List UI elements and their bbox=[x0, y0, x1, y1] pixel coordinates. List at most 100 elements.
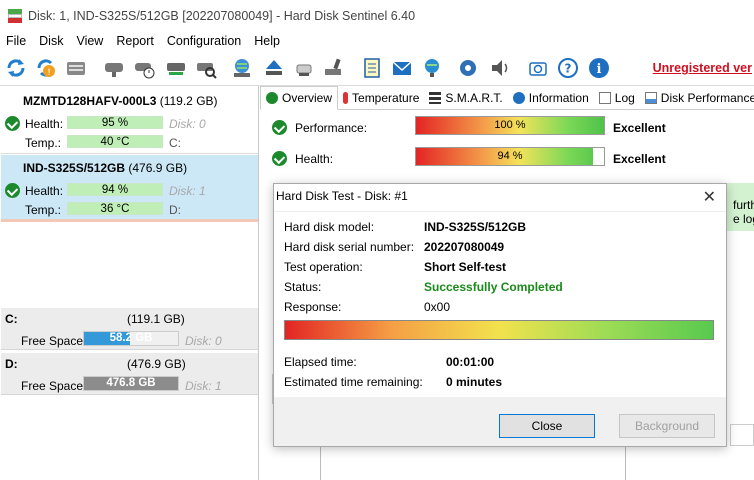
health-label: Health: bbox=[25, 184, 64, 198]
tab-temperature[interactable]: Temperature bbox=[338, 86, 424, 110]
disk-ref: Disk: 1 bbox=[185, 379, 222, 393]
health-bar: 94 % bbox=[67, 183, 163, 196]
disk-card-1[interactable]: IND-S325S/512GB (476.9 GB) Health: 94 % … bbox=[1, 155, 258, 222]
response-label: Response: bbox=[284, 300, 342, 314]
sound-icon[interactable] bbox=[488, 56, 512, 80]
partition-card-c[interactable]: C: (119.1 GB) Free Space 58.2 GB Disk: 0 bbox=[1, 308, 258, 350]
tab-label: S.M.A.R.T. bbox=[445, 90, 503, 105]
free-space-label: Free Space bbox=[21, 334, 84, 348]
close-button[interactable]: Close bbox=[499, 414, 595, 438]
disk-ref: Disk: 0 bbox=[185, 334, 222, 348]
performance-label: Performance: bbox=[295, 121, 368, 135]
status-panel-partial: furthe e logg bbox=[727, 183, 754, 231]
tab-log[interactable]: Log bbox=[594, 86, 640, 110]
tab-disk-performance[interactable]: Disk Performance bbox=[640, 86, 754, 110]
partition-letter: D: bbox=[5, 357, 18, 371]
dialog-footer: Close Background bbox=[274, 397, 726, 446]
model-value: IND-S325S/512GB bbox=[424, 220, 527, 234]
disk-size: (119.2 GB) bbox=[159, 94, 218, 108]
menu-disk[interactable]: Disk bbox=[39, 34, 63, 48]
status-value: Successfully Completed bbox=[424, 280, 563, 294]
health-label: Health: bbox=[295, 152, 334, 166]
health-bar: 95 % bbox=[67, 116, 163, 129]
svg-text:!: ! bbox=[47, 68, 51, 78]
menu-bar: File Disk View Report Configuration Help bbox=[0, 32, 754, 50]
help-icon[interactable]: ? bbox=[556, 56, 580, 80]
refresh-warning-icon[interactable]: ! bbox=[34, 56, 58, 80]
smart-bars-icon bbox=[429, 91, 442, 104]
eject-icon[interactable] bbox=[262, 56, 286, 80]
tab-smart[interactable]: S.M.A.R.T. bbox=[424, 86, 507, 110]
remaining-value: 0 minutes bbox=[446, 375, 503, 389]
disk-search-icon[interactable] bbox=[194, 56, 218, 80]
drive-icon[interactable] bbox=[64, 56, 88, 80]
health-ok-icon bbox=[272, 151, 287, 166]
drive-letter: C: bbox=[169, 136, 181, 150]
svg-text:?: ? bbox=[565, 62, 572, 76]
disk-title: IND-S325S/512GB (476.9 GB) bbox=[23, 161, 187, 175]
tab-overview[interactable]: Overview bbox=[260, 85, 339, 110]
menu-file[interactable]: File bbox=[6, 34, 26, 48]
menu-configuration[interactable]: Configuration bbox=[167, 34, 241, 48]
performance-value: 100 % bbox=[494, 119, 526, 131]
response-value: 0x00 bbox=[424, 300, 451, 314]
camera-icon[interactable] bbox=[526, 56, 550, 80]
health-rating: Excellent bbox=[613, 152, 666, 166]
title-bar: Disk: 1, IND-S325S/512GB [202207080049] … bbox=[0, 0, 754, 32]
disk-ref: Disk: 0 bbox=[169, 117, 206, 131]
free-space-label: Free Space bbox=[21, 379, 84, 393]
tab-label: Overview bbox=[282, 90, 333, 105]
operation-label: Test operation: bbox=[284, 260, 363, 274]
toolbar: ! ? i Unregistered ver bbox=[0, 50, 754, 86]
globe-drive-icon[interactable] bbox=[230, 56, 254, 80]
unregistered-link[interactable]: Unregistered ver bbox=[653, 61, 752, 75]
model-label: Hard disk model: bbox=[284, 220, 375, 234]
free-space-track: 58.2 GB bbox=[83, 331, 179, 346]
refresh-icon[interactable] bbox=[4, 56, 28, 80]
disk-card-0[interactable]: MZMTD128HAFV-000L3 (119.2 GB) Health: 95… bbox=[1, 86, 258, 154]
temp-label: Temp.: bbox=[25, 203, 62, 217]
temp-label: Temp.: bbox=[25, 136, 62, 150]
mail-icon[interactable] bbox=[390, 56, 414, 80]
status-text-partial: furthe bbox=[733, 198, 754, 212]
info-icon bbox=[512, 91, 525, 104]
network-icon[interactable] bbox=[420, 56, 444, 80]
window-title: Disk: 1, IND-S325S/512GB [202207080049] … bbox=[28, 9, 416, 23]
background-button[interactable]: Background bbox=[619, 414, 715, 438]
settings-gear-icon[interactable] bbox=[456, 56, 480, 80]
disk-name: MZMTD128HAFV-000L3 bbox=[23, 94, 157, 108]
health-bar-empty bbox=[592, 148, 604, 165]
dialog-body: Hard disk model: IND-S325S/512GB Hard di… bbox=[274, 211, 726, 397]
report-icon[interactable] bbox=[360, 56, 384, 80]
drive-letter: D: bbox=[169, 203, 181, 217]
health-bar: 94 % bbox=[415, 147, 605, 166]
health-ok-icon bbox=[5, 183, 20, 198]
usb-drive-icon[interactable] bbox=[292, 56, 316, 80]
tab-label: Log bbox=[614, 90, 635, 105]
temp-bar: 36 °C bbox=[67, 202, 163, 215]
operation-value: Short Self-test bbox=[424, 260, 507, 274]
performance-ok-icon bbox=[272, 120, 287, 135]
partition-letter: C: bbox=[5, 312, 18, 326]
tab-label: Temperature bbox=[352, 90, 420, 105]
hard-disk-test-dialog: Hard Disk Test - Disk: #1 ✕ Hard disk mo… bbox=[273, 183, 727, 447]
menu-help[interactable]: Help bbox=[254, 34, 280, 48]
disk-test-run-icon[interactable] bbox=[164, 56, 188, 80]
close-icon[interactable]: ✕ bbox=[703, 187, 716, 207]
status-text-partial: e logg bbox=[733, 212, 754, 226]
disk-title: MZMTD128HAFV-000L3 (119.2 GB) bbox=[23, 94, 218, 108]
app-logo-icon bbox=[8, 9, 22, 23]
performance-rating: Excellent bbox=[613, 121, 666, 135]
menu-view[interactable]: View bbox=[76, 34, 103, 48]
disk-test-icon[interactable] bbox=[132, 56, 156, 80]
partition-card-d[interactable]: D: (476.9 GB) Free Space 476.8 GB Disk: … bbox=[1, 353, 258, 395]
drive-pencil-icon[interactable] bbox=[322, 56, 346, 80]
partition-size: (119.1 GB) bbox=[127, 312, 185, 326]
tab-information[interactable]: Information bbox=[508, 86, 594, 110]
test-progress-bar bbox=[284, 320, 714, 340]
menu-report[interactable]: Report bbox=[116, 34, 154, 48]
disk-list-pane: MZMTD128HAFV-000L3 (119.2 GB) Health: 95… bbox=[0, 86, 259, 480]
info-icon[interactable]: i bbox=[587, 56, 611, 80]
svg-text:i: i bbox=[597, 62, 602, 77]
disk-surface-icon[interactable] bbox=[102, 56, 126, 80]
